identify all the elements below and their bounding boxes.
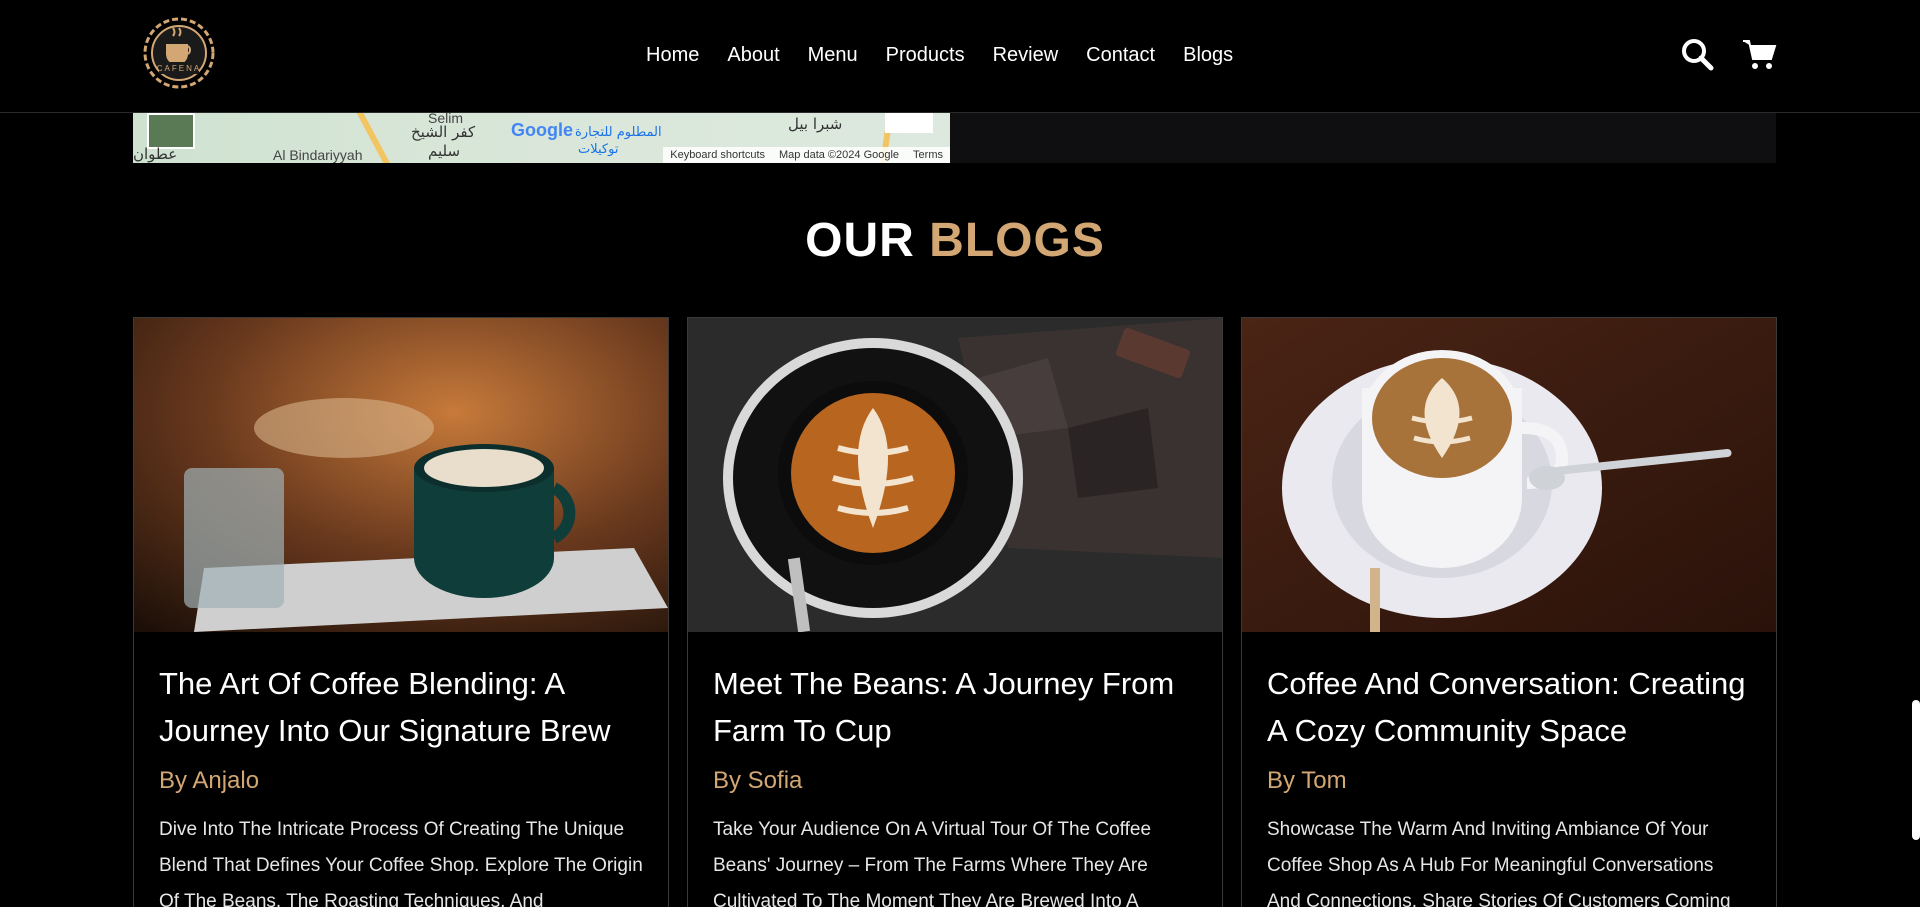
nav-home[interactable]: Home <box>646 44 699 67</box>
blog-card[interactable]: Coffee And Conversation: Creating A Cozy… <box>1241 317 1777 907</box>
cart-icon[interactable] <box>1741 36 1777 72</box>
blog-excerpt: Take Your Audience On A Virtual Tour Of … <box>713 819 1152 907</box>
blog-excerpt: Dive Into The Intricate Process Of Creat… <box>159 819 643 907</box>
blog-author: By Sofia <box>713 767 803 794</box>
map-container: Selim كفر الشيخ سليم شبرا بيل المطلوم لل… <box>133 113 1776 163</box>
blog-card[interactable]: The Art Of Coffee Blending: A Journey In… <box>133 317 669 907</box>
keyboard-shortcuts-link[interactable]: Keyboard shortcuts <box>663 149 772 161</box>
nav-review[interactable]: Review <box>993 44 1059 67</box>
map-label: شبرا بيل <box>788 115 843 133</box>
nav-blogs[interactable]: Blogs <box>1183 44 1233 67</box>
nav-contact[interactable]: Contact <box>1086 44 1155 67</box>
blog-title[interactable]: Coffee And Conversation: Creating A Cozy… <box>1267 660 1751 754</box>
site-header: CAFENA Home About Menu Products Review C… <box>0 0 1920 113</box>
blog-title[interactable]: The Art Of Coffee Blending: A Journey In… <box>159 660 643 754</box>
nav-menu[interactable]: Menu <box>808 44 858 67</box>
nav-products[interactable]: Products <box>886 44 965 67</box>
terms-link[interactable]: Terms <box>906 149 950 161</box>
scrollbar[interactable] <box>1912 700 1920 840</box>
title-accent: BLOGS <box>929 214 1105 267</box>
nav-about[interactable]: About <box>727 44 779 67</box>
main-nav: Home About Menu Products Review Contact … <box>646 44 1261 67</box>
title-main: OUR <box>805 214 915 267</box>
map-control[interactable] <box>885 113 933 133</box>
map-data-credit: Map data ©2024 Google <box>779 149 900 161</box>
map-attribution: Keyboard shortcuts Map data ©2024 Google… <box>663 147 950 163</box>
cafena-logo[interactable]: CAFENA <box>133 14 225 92</box>
map-label: سليم <box>428 142 461 160</box>
blog-author: By Anjalo <box>159 767 260 794</box>
blog-image[interactable] <box>134 318 668 632</box>
blog-excerpt: Showcase The Warm And Inviting Ambiance … <box>1267 819 1731 907</box>
blog-author: By Tom <box>1267 767 1347 794</box>
search-icon[interactable] <box>1679 36 1715 72</box>
logo-text: CAFENA <box>157 64 201 73</box>
blog-image[interactable] <box>1242 318 1776 632</box>
map-label: المطلوم للتجارة <box>575 125 662 140</box>
satellite-toggle[interactable] <box>147 113 195 149</box>
blog-title[interactable]: Meet The Beans: A Journey From Farm To C… <box>713 660 1197 754</box>
map-label: Al Bindariyyah <box>273 147 363 163</box>
section-title: OUR BLOGS <box>0 213 1910 268</box>
map-label: كفر الشيخ <box>411 123 476 141</box>
header-icons <box>1679 36 1777 72</box>
google-logo: Google <box>511 120 573 140</box>
blog-card[interactable]: Meet The Beans: A Journey From Farm To C… <box>687 317 1223 907</box>
google-map[interactable]: Selim كفر الشيخ سليم شبرا بيل المطلوم لل… <box>133 113 950 163</box>
map-label: توكيلات <box>578 142 619 157</box>
blog-image[interactable] <box>688 318 1222 632</box>
map-label: عطوان <box>133 145 178 163</box>
